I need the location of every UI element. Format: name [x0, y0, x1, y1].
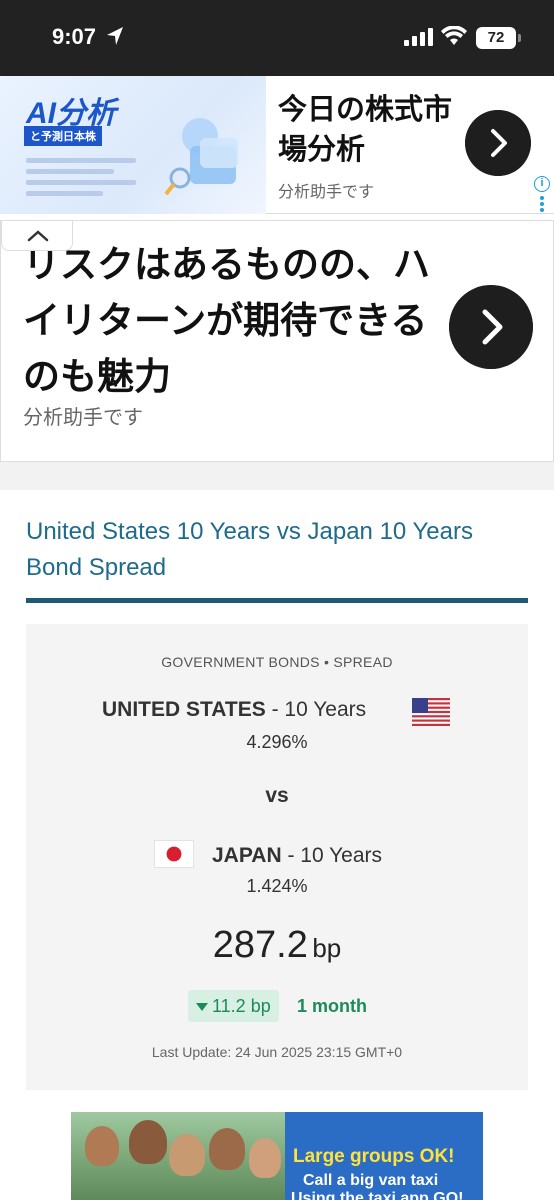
- ad-chevron-right-icon[interactable]: [449, 285, 533, 369]
- status-bar: 9:07 72: [0, 0, 554, 76]
- location-arrow-icon: [107, 27, 123, 45]
- category-label: GOVERNMENT BONDS • SPREAD: [161, 654, 393, 670]
- country1-name: UNITED STATES: [102, 698, 266, 721]
- country1-yield: 4.296%: [246, 732, 308, 752]
- ad-options-icon[interactable]: [540, 196, 544, 212]
- spread-value: 287.2 bp: [26, 924, 528, 967]
- ad-line3: Using the taxi app GO!: [291, 1190, 464, 1200]
- ad-info-icon[interactable]: i: [534, 176, 550, 192]
- ad-illustration: [164, 118, 238, 196]
- ad-line1: Large groups OK!: [293, 1146, 455, 1167]
- ad-advertiser: 分析助手です: [278, 184, 375, 201]
- ad-image: AI分析 と予測日本株: [0, 76, 266, 214]
- country2-yield: 1.424%: [246, 876, 308, 896]
- ad-photo-family: [71, 1112, 285, 1200]
- change-period: 1 month: [297, 996, 367, 1016]
- ad-image-subtitle: と予測日本株: [24, 126, 102, 146]
- ad-image-text-lines: [26, 152, 136, 200]
- last-update: Last Update: 24 Jun 2025 23:15 GMT+0: [151, 1044, 403, 1060]
- battery-tip: [518, 34, 521, 42]
- ad-banner-second[interactable]: リスクはあるものの、ハイリターンが期待できるのも魅力 分析助手です: [0, 220, 554, 462]
- cellular-signal-icon: [404, 28, 433, 46]
- country2-term: - 10 Years: [281, 844, 383, 867]
- ad-banner-bottom[interactable]: Large groups OK! Call a big van taxi Usi…: [71, 1112, 483, 1200]
- spread-number: 287.2: [212, 924, 308, 966]
- triangle-down-icon: [196, 1003, 208, 1012]
- ad-line2: Call a big van taxi: [303, 1172, 439, 1189]
- status-time: 9:07: [52, 24, 97, 49]
- japan-flag-icon: [154, 840, 194, 868]
- ad-chevron-right-icon[interactable]: [465, 110, 531, 176]
- spread-unit: bp: [312, 933, 342, 963]
- change-value: 11.2 bp: [212, 996, 271, 1016]
- ad-banner-top[interactable]: AI分析 と予測日本株 今日の株式市場分析 分析助手です i: [0, 76, 554, 214]
- chevron-up-icon: [27, 230, 49, 242]
- country1-row: UNITED STATES - 10 Years: [102, 698, 366, 722]
- bond-spread-card: GOVERNMENT BONDS • SPREAD UNITED STATES …: [26, 624, 528, 1090]
- ad-collapse-button[interactable]: [1, 221, 73, 251]
- page-title: United States 10 Years vs Japan 10 Years…: [26, 518, 473, 581]
- ad-title: 今日の株式市場分析: [278, 94, 453, 166]
- change-badge: 11.2 bp: [188, 990, 279, 1022]
- wifi-icon: [441, 26, 467, 45]
- vs-label: vs: [265, 784, 289, 807]
- ad-advertiser: 分析助手です: [23, 407, 143, 429]
- country1-term: - 10 Years: [265, 698, 367, 721]
- battery-level: 72: [476, 27, 516, 49]
- country2-row: JAPAN - 10 Years: [212, 844, 382, 868]
- section-separator: [0, 462, 554, 490]
- ad-headline: リスクはあるものの、ハイリターンが期待できるのも魅力: [23, 244, 430, 397]
- us-flag-icon: [412, 698, 450, 726]
- title-underline: [26, 598, 528, 603]
- country2-name: JAPAN: [212, 844, 282, 867]
